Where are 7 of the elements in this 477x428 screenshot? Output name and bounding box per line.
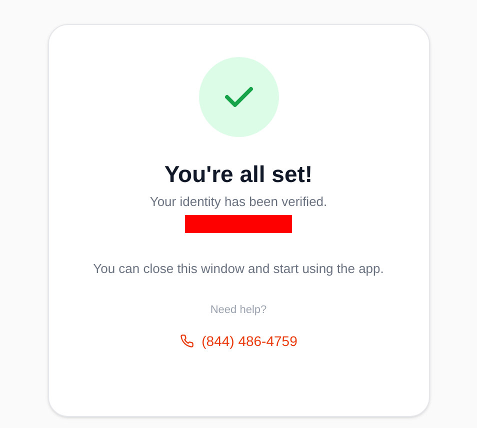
subtitle: Your identity has been verified.: [150, 193, 328, 211]
check-icon: [224, 86, 254, 108]
title: You're all set!: [164, 160, 313, 189]
message: You can close this window and start using the app.: [92, 260, 385, 278]
help-label: Need help?: [210, 303, 267, 318]
phone-icon: [180, 334, 194, 348]
phone-link[interactable]: (844) 486-4759: [180, 331, 298, 351]
